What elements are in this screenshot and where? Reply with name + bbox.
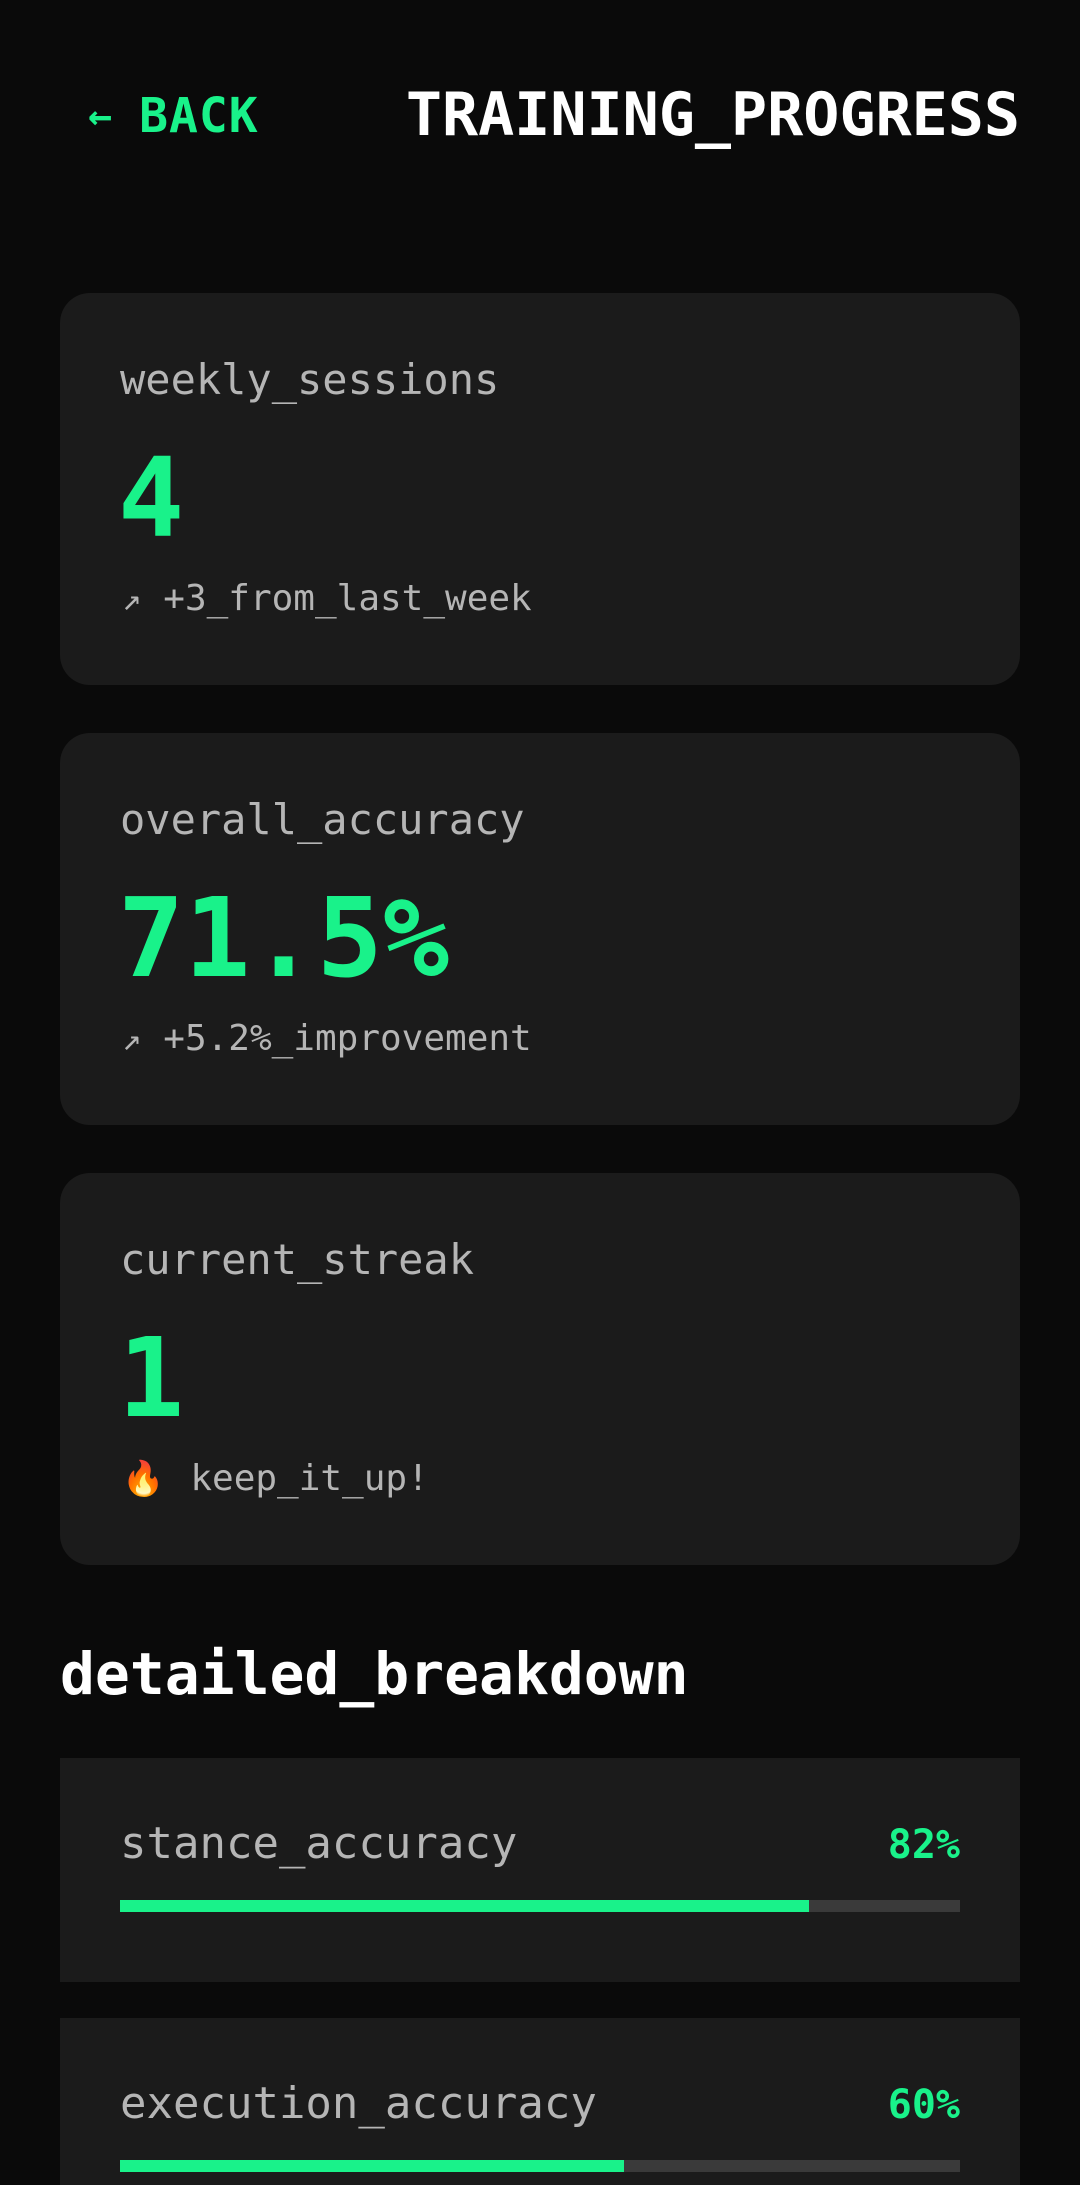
progress-track	[120, 1900, 960, 1912]
trend-up-icon: ↗	[122, 1019, 142, 1058]
stat-note: 🔥 keep_it_up!	[122, 1458, 429, 1499]
breakdown-item-execution: execution_accuracy 60%	[60, 2018, 1020, 2185]
trend-up-icon: ↗	[122, 579, 142, 618]
stat-value: 1	[118, 1314, 185, 1442]
back-label: BACK	[139, 88, 259, 144]
breakdown-value: 82%	[887, 1822, 960, 1868]
page-title: TRAINING_PROGRESS	[405, 80, 1020, 150]
stat-note-text: +5.2%_improvement	[163, 1018, 532, 1059]
current-streak-card: current_streak 1 🔥 keep_it_up!	[60, 1173, 1020, 1565]
progress-fill	[120, 1900, 809, 1912]
breakdown-label: execution_accuracy	[120, 2078, 597, 2129]
stat-label: current_streak	[120, 1235, 475, 1284]
breakdown-item-stance: stance_accuracy 82%	[60, 1758, 1020, 1982]
back-button[interactable]: ← BACK	[88, 88, 259, 144]
progress-fill	[120, 2160, 624, 2172]
stat-note-text: keep_it_up!	[190, 1458, 429, 1499]
stat-label: weekly_sessions	[120, 355, 500, 404]
training-progress-screen: ← BACK TRAINING_PROGRESS weekly_sessions…	[0, 0, 1080, 2185]
flame-icon: 🔥	[122, 1458, 165, 1499]
stat-label: overall_accuracy	[120, 795, 525, 844]
stat-value: 71.5%	[118, 874, 450, 1002]
breakdown-label: stance_accuracy	[120, 1818, 518, 1869]
progress-track	[120, 2160, 960, 2172]
stat-note-text: +3_from_last_week	[163, 578, 532, 619]
stat-note: ↗ +3_from_last_week	[122, 578, 532, 619]
header: ← BACK TRAINING_PROGRESS	[0, 0, 1080, 240]
section-title: detailed_breakdown	[60, 1640, 689, 1708]
arrow-left-icon: ←	[88, 93, 114, 139]
stat-note: ↗ +5.2%_improvement	[122, 1018, 532, 1059]
overall-accuracy-card: overall_accuracy 71.5% ↗ +5.2%_improveme…	[60, 733, 1020, 1125]
stat-value: 4	[118, 434, 185, 562]
breakdown-value: 60%	[887, 2082, 960, 2128]
weekly-sessions-card: weekly_sessions 4 ↗ +3_from_last_week	[60, 293, 1020, 685]
